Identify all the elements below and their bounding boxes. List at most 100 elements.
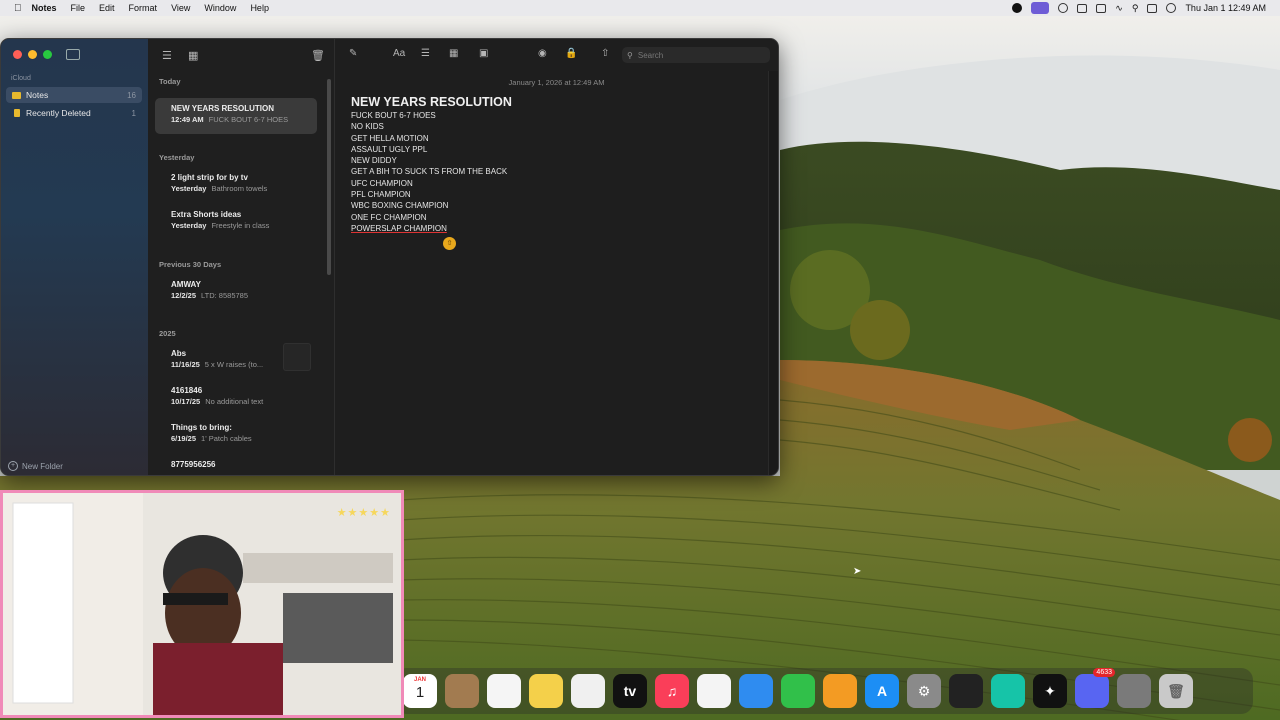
webcam-feed [3,493,401,715]
note-item-amway[interactable]: AMWAY 12/2/25 LTD: 8585785 [155,274,317,310]
note-preview: No additional text [205,397,264,406]
table-icon[interactable]: ▦ [449,48,458,59]
screen-share-icon[interactable] [1031,2,1050,14]
folder-label: Recently Deleted [26,108,91,118]
menu-format[interactable]: Format [129,3,158,13]
note-preview: FUCK BOUT 6-7 HOES [208,115,289,124]
new-folder-button[interactable]: + New Folder [8,461,63,471]
menu-bar:  Notes File Edit Format View Window Hel… [0,0,1280,16]
dock-app-store-icon[interactable]: A [865,674,899,708]
battery-icon[interactable] [1096,3,1107,13]
close-window-button[interactable] [13,50,22,59]
folder-label: Notes [26,90,49,100]
note-date: 12/2/25 [171,291,197,300]
checklist-icon[interactable]: ☰ [421,48,430,59]
dock-news-icon[interactable] [697,674,731,708]
menu-view[interactable]: View [171,3,190,13]
share-icon[interactable]: ⇧ [601,48,609,59]
list-view-icon[interactable]: ☰ [162,49,172,62]
note-line: GET A BIH TO SUCK TS FROM THE BACK [351,167,508,177]
notes-list: Today NEW YEARS RESOLUTION 12:49 AM FUCK … [148,71,334,475]
note-preview: Freestyle in class [211,221,270,230]
dock-system-settings-icon[interactable]: ⚙ [907,674,941,708]
dock-notes-icon[interactable] [529,674,563,708]
note-line: WBC BOXING CHAMPION [351,201,449,211]
list-scrollbar[interactable] [327,79,331,275]
mouse-cursor-icon: ➤ [853,566,862,577]
lock-icon[interactable]: 🔒 [565,48,577,59]
dock-tv-icon[interactable]: tv [613,674,647,708]
list-toolbar: ☰ ▦ 🗑 [148,39,334,71]
format-text-icon[interactable]: Aa [393,48,405,59]
minimize-window-button[interactable] [28,50,37,59]
dock: JAN 1 tv ♫ A ⚙ ✦ 4633 🗑 [395,668,1253,714]
zoom-window-button[interactable] [43,50,52,59]
notes-list-pane: ☰ ▦ 🗑 Today NEW YEARS RESOLUTION 12:49 A… [148,39,335,475]
note-item-4161846[interactable]: 4161846 10/17/25 No additional text [155,380,317,416]
wifi-icon[interactable]: ∿ [1115,3,1123,14]
collaborate-icon[interactable]: ◉ [538,48,547,59]
dock-downloads-icon[interactable] [1117,674,1151,708]
apple-menu-icon[interactable]:  [14,3,22,14]
search-placeholder: Search [637,50,664,60]
menu-app-name[interactable]: Notes [32,3,57,13]
dock-keynote-icon[interactable] [739,674,773,708]
display-icon[interactable] [1077,3,1088,13]
dock-music-icon[interactable]: ♫ [655,674,689,708]
dock-contacts-icon[interactable] [445,674,479,708]
dock-discord-icon[interactable]: 4633 [1075,668,1115,708]
dock-trash-icon[interactable]: 🗑 [1159,674,1193,708]
search-field[interactable]: ⚲ Search [622,47,770,63]
note-item-new-years-resolution[interactable]: NEW YEARS RESOLUTION 12:49 AM FUCK BOUT 6… [155,98,317,134]
note-item-8775956256[interactable]: 8775956256 [155,454,317,475]
media-icon[interactable]: ▣ [479,48,488,59]
note-title: 4161846 [171,386,203,395]
folder-recently-deleted[interactable]: Recently Deleted 1 [6,105,142,121]
folder-icon [12,91,21,99]
dock-tidal-icon[interactable]: ✦ [1033,674,1067,708]
rating-stars-icon: ★★★★★ [336,507,391,519]
note-preview: Bathroom towels [211,184,268,193]
gallery-view-icon[interactable]: ▦ [188,49,198,62]
group-header-today: Today [159,77,181,86]
siri-icon[interactable] [1166,3,1177,13]
dock-numbers-icon[interactable] [781,674,815,708]
dock-freeform-icon[interactable] [571,674,605,708]
note-title: 2 light strip for by tv [171,173,248,182]
dock-calendar-icon[interactable]: JAN 1 [403,674,437,708]
new-folder-label: New Folder [22,461,63,471]
folder-notes[interactable]: Notes 16 [6,87,142,103]
note-item-things-to-bring[interactable]: Things to bring: 6/19/25 1' Patch cables [155,417,317,453]
note-item-light-strip[interactable]: 2 light strip for by tv Yesterday Bathroo… [155,167,317,203]
note-item-extra-shorts[interactable]: Extra Shorts ideas Yesterday Freestyle in… [155,204,317,240]
caps-lock-icon: ⇧ [443,237,456,250]
sidebar-toggle-icon[interactable] [66,49,80,60]
compose-icon[interactable]: ✎ [349,48,357,59]
dock-reminders-icon[interactable] [487,674,521,708]
menu-help[interactable]: Help [250,3,269,13]
note-item-abs[interactable]: Abs 11/16/25 5 x W raises (to... [155,343,317,379]
m-app-icon[interactable] [1058,3,1069,13]
editor-scrollbar[interactable] [768,71,778,475]
menubar-clock[interactable]: Thu Jan 1 12:49 AM [1185,3,1266,13]
note-title: AMWAY [171,280,201,289]
note-body[interactable]: FUCK BOUT 6-7 HOES NO KIDS GET HELLA MOT… [351,110,507,234]
note-heading[interactable]: NEW YEARS RESOLUTION [351,95,512,109]
note-line: ASSAULT UGLY PPL [351,144,428,154]
search-icon[interactable]: ⚲ [1132,3,1139,14]
menu-file[interactable]: File [71,3,86,13]
note-title: Abs [171,349,187,358]
calendar-day: 1 [415,684,425,701]
dock-pages-icon[interactable] [823,674,857,708]
editor-toolbar: ✎ Aa ☰ ▦ ▣ ◉ 🔒 ⇧ ⚲ Search [335,39,778,71]
note-line: UFC CHAMPION [351,178,413,188]
delete-note-icon[interactable]: 🗑 [311,49,325,62]
recording-icon[interactable] [1012,3,1023,13]
dock-piano-icon[interactable] [949,674,983,708]
note-title: Things to bring: [171,423,232,432]
note-date: 10/17/25 [171,397,201,406]
menu-edit[interactable]: Edit [99,3,115,13]
control-center-icon[interactable] [1147,3,1158,13]
menu-window[interactable]: Window [204,3,236,13]
dock-streamlabs-icon[interactable] [991,674,1025,708]
